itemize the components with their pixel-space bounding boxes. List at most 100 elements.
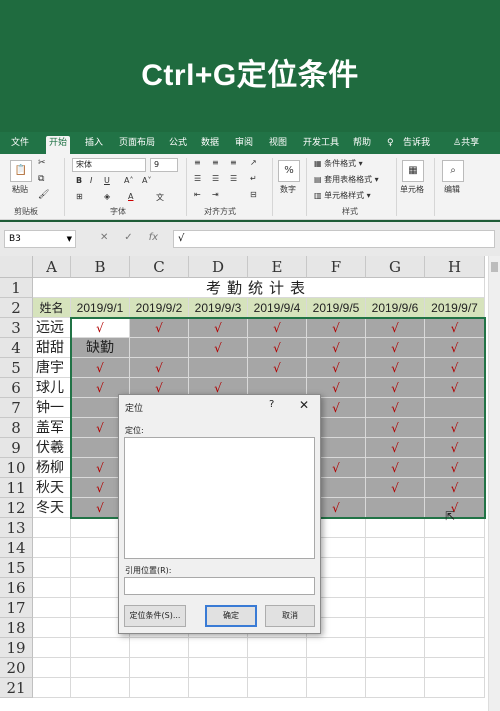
attendance-cell[interactable]: √ [71, 358, 130, 378]
empty-cell[interactable] [189, 678, 248, 698]
paste-icon[interactable]: 📋 [10, 160, 32, 182]
row-header[interactable]: 10 [0, 458, 33, 478]
attendance-cell[interactable]: √ [425, 418, 485, 438]
paste-button-label[interactable]: 粘贴 [12, 184, 28, 195]
empty-cell[interactable] [33, 578, 71, 598]
employee-name-cell[interactable]: 冬天 [33, 498, 71, 518]
row-header[interactable]: 4 [0, 338, 33, 358]
column-title-cell[interactable]: 姓名 [33, 298, 71, 318]
employee-name-cell[interactable]: 唐宇 [33, 358, 71, 378]
attendance-cell[interactable]: √ [307, 338, 366, 358]
editing-button[interactable]: 编辑 [444, 184, 460, 195]
empty-cell[interactable] [130, 678, 189, 698]
reference-input[interactable] [124, 577, 315, 595]
active-cell[interactable]: √ [71, 318, 130, 338]
tell-me-box[interactable]: 告诉我 [400, 136, 433, 154]
cells-icon[interactable]: ▦ [402, 160, 424, 182]
attendance-cell[interactable]: √ [307, 318, 366, 338]
row-header[interactable]: 1 [0, 278, 33, 298]
tab-page-layout[interactable]: 页面布局 [116, 136, 158, 154]
empty-cell[interactable] [425, 658, 485, 678]
column-title-cell[interactable]: 2019/9/2 [130, 298, 189, 318]
empty-cell[interactable] [248, 678, 307, 698]
empty-cell[interactable] [307, 678, 366, 698]
attendance-cell[interactable]: √ [130, 358, 189, 378]
vertical-scrollbar[interactable] [488, 256, 500, 711]
attendance-cell[interactable]: √ [366, 358, 425, 378]
merge-center-icon[interactable]: ⊟ [250, 190, 257, 199]
row-header[interactable]: 8 [0, 418, 33, 438]
align-bottom-icon[interactable]: ≡ [230, 158, 237, 167]
attendance-cell[interactable]: √ [366, 398, 425, 418]
employee-name-cell[interactable]: 盖军 [33, 418, 71, 438]
attendance-cell[interactable]: √ [425, 338, 485, 358]
shrink-font-icon[interactable]: A˅ [142, 176, 151, 185]
column-title-cell[interactable]: 2019/9/4 [248, 298, 307, 318]
column-header[interactable]: C [130, 256, 189, 278]
fill-color-icon[interactable]: ◈ [104, 192, 110, 201]
align-top-icon[interactable]: ≡ [194, 158, 201, 167]
row-header[interactable]: 14 [0, 538, 33, 558]
employee-name-cell[interactable]: 球儿 [33, 378, 71, 398]
column-header[interactable]: E [248, 256, 307, 278]
attendance-cell[interactable]: √ [366, 338, 425, 358]
column-header[interactable]: D [189, 256, 248, 278]
formula-input[interactable]: √ [173, 230, 495, 248]
font-size-combo[interactable]: 9 [150, 158, 178, 172]
help-icon[interactable]: ? [269, 399, 274, 410]
attendance-cell[interactable]: √ [307, 358, 366, 378]
border-icon[interactable]: ⊞ [76, 192, 83, 201]
empty-cell[interactable] [425, 578, 485, 598]
empty-cell[interactable] [366, 618, 425, 638]
row-header[interactable]: 19 [0, 638, 33, 658]
attendance-cell[interactable]: √ [248, 358, 307, 378]
row-header[interactable]: 11 [0, 478, 33, 498]
cancel-icon[interactable]: ✕ [100, 232, 108, 243]
grow-font-icon[interactable]: A˄ [124, 176, 133, 185]
empty-cell[interactable] [248, 658, 307, 678]
employee-name-cell[interactable]: 秋天 [33, 478, 71, 498]
column-header[interactable]: H [425, 256, 485, 278]
attendance-cell[interactable]: √ [425, 478, 485, 498]
empty-cell[interactable] [71, 658, 130, 678]
empty-cell[interactable] [130, 638, 189, 658]
attendance-cell[interactable]: √ [366, 478, 425, 498]
row-header[interactable]: 15 [0, 558, 33, 578]
font-name-combo[interactable]: 宋体 [72, 158, 146, 172]
tab-home[interactable]: 开始 [46, 136, 71, 154]
empty-cell[interactable] [189, 658, 248, 678]
attendance-cell[interactable]: √ [366, 418, 425, 438]
row-header[interactable]: 9 [0, 438, 33, 458]
empty-cell[interactable] [425, 598, 485, 618]
attendance-cell[interactable]: √ [366, 458, 425, 478]
select-all-corner[interactable] [0, 256, 33, 278]
row-header[interactable]: 20 [0, 658, 33, 678]
employee-name-cell[interactable]: 钟一 [33, 398, 71, 418]
conditional-formatting-button[interactable]: ▦ 条件格式 ▾ [314, 158, 363, 169]
attendance-cell[interactable]: √ [130, 318, 189, 338]
column-title-cell[interactable]: 2019/9/3 [189, 298, 248, 318]
row-header[interactable]: 7 [0, 398, 33, 418]
tab-review[interactable]: 审阅 [232, 136, 256, 154]
chevron-down-icon[interactable]: ▼ [67, 231, 72, 247]
special-button[interactable]: 定位条件(S)... [124, 605, 186, 627]
percent-icon[interactable]: % [278, 160, 300, 182]
row-header[interactable]: 16 [0, 578, 33, 598]
lightbulb-icon[interactable]: ♀ [384, 136, 397, 154]
scroll-thumb[interactable] [491, 262, 498, 272]
tab-formulas[interactable]: 公式 [166, 136, 190, 154]
row-header[interactable]: 6 [0, 378, 33, 398]
cancel-button[interactable]: 取消 [265, 605, 315, 627]
row-header[interactable]: 18 [0, 618, 33, 638]
employee-name-cell[interactable]: 甜甜 [33, 338, 71, 358]
attendance-cell[interactable]: √ [425, 458, 485, 478]
column-header[interactable]: G [366, 256, 425, 278]
employee-name-cell[interactable]: 远远 [33, 318, 71, 338]
align-left-icon[interactable]: ☰ [194, 174, 201, 183]
column-title-cell[interactable]: 2019/9/1 [71, 298, 130, 318]
attendance-cell[interactable]: √ [366, 378, 425, 398]
empty-cell[interactable] [33, 518, 71, 538]
empty-cell[interactable] [130, 658, 189, 678]
empty-cell[interactable] [366, 538, 425, 558]
enter-icon[interactable]: ✓ [124, 232, 132, 243]
